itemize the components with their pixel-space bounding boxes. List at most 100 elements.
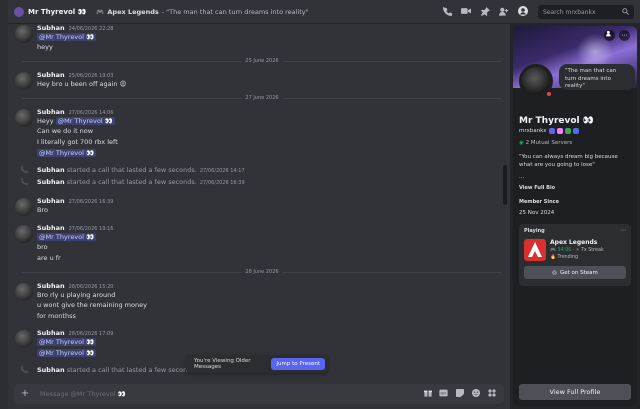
user-mention[interactable]: @Mr Thyrevol 👀 [37, 233, 97, 241]
steam-button-label: Get on Steam [559, 269, 598, 276]
dm-name[interactable]: Mr Thyrevol 👀 [28, 8, 86, 16]
avatar[interactable] [15, 330, 33, 348]
message-line: @Mr Thyrevol 👀 [37, 338, 97, 346]
user-mention[interactable]: @Mr Thyrevol 👀 [37, 33, 97, 41]
dm-status-game: Apex Legends [107, 7, 159, 16]
discord-window: Mr Thyrevol 👀 🎮 Apex Legends - "The man … [0, 0, 640, 409]
apex-legends-game-icon [524, 239, 546, 261]
message-line: Can we do it now [37, 127, 94, 135]
author-name[interactable]: Subhan [37, 329, 65, 337]
add-friend-icon[interactable] [499, 6, 509, 16]
game-title[interactable]: Apex Legends [550, 239, 597, 246]
avatar[interactable] [15, 72, 33, 90]
user-mention[interactable]: @Mr Thyrevol 👀 [37, 349, 97, 357]
message-line: @Mr Thyrevol 👀 [37, 349, 97, 357]
author-name[interactable]: Subhan [37, 366, 65, 374]
call-log-text: Subhan started a call that lasted a few … [37, 166, 245, 174]
message-author[interactable]: Subhan 27/06/2026 16:39 [37, 197, 113, 205]
message-author[interactable]: Subhan 28/06/2026 17:09 [37, 329, 113, 337]
phone-icon[interactable] [442, 6, 452, 16]
avatar[interactable] [15, 109, 33, 127]
call-description: started a call that lasted a few seconds… [66, 366, 197, 374]
avatar[interactable] [15, 283, 33, 301]
view-full-profile-button[interactable]: View Full Profile [519, 384, 631, 400]
message-author[interactable]: Subhan 27/06/2026 19:16 [37, 224, 113, 232]
author-name[interactable]: Subhan [37, 178, 65, 186]
video-icon[interactable] [461, 6, 471, 16]
message-author[interactable]: Subhan 24/06/2026 22:28 [37, 24, 113, 32]
more-options-icon[interactable]: ⋯ [620, 227, 626, 234]
message-author[interactable]: Subhan 27/06/2026 14:06 [37, 108, 113, 116]
apps-icon[interactable] [487, 389, 496, 398]
message-line: Bro rly u playing around [37, 291, 116, 299]
message-line: I literally got 700 rbx left [37, 138, 118, 146]
game-controller-icon: 🎮 [96, 7, 105, 16]
message-list[interactable]: Subhan 24/06/2026 22:28 @Mr Thyrevol 👀 he… [8, 24, 510, 378]
author-name[interactable]: Subhan [37, 197, 65, 205]
user-profile-icon[interactable] [518, 6, 528, 16]
message-line: for monthss [37, 312, 76, 320]
message-author[interactable]: Subhan 28/06/2026 15:20 [37, 282, 113, 290]
view-full-bio-link[interactable]: View Full Bio [519, 185, 555, 191]
author-name[interactable]: Subhan [37, 282, 65, 290]
older-messages-text: You're Viewing Older Messages [194, 358, 251, 370]
message-scrollbar[interactable] [503, 165, 507, 205]
pin-icon[interactable] [480, 6, 490, 16]
author-name[interactable]: Subhan [37, 108, 65, 116]
call-description: started a call that lasted a few seconds… [66, 166, 197, 174]
search-icon [622, 7, 629, 17]
message-author[interactable]: Subhan 25/06/2026 19:03 [37, 71, 113, 79]
dm-status: 🎮 Apex Legends - "The man that can turn … [96, 8, 308, 16]
user-mention[interactable]: @Mr Thyrevol 👀 [37, 338, 97, 346]
message-timestamp: 27/06/2026 16:39 [68, 199, 114, 205]
trending-icon: 🔥 [550, 255, 556, 260]
author-name[interactable]: Subhan [37, 166, 65, 174]
nitro-badge-icon[interactable] [548, 128, 555, 134]
gif-icon[interactable]: GIF [439, 389, 448, 398]
phone-icon: 📞 [20, 366, 29, 374]
sticker-icon[interactable] [455, 389, 464, 398]
discord-badge-icon[interactable] [572, 128, 579, 134]
avatar[interactable] [15, 225, 33, 243]
author-name[interactable]: Subhan [37, 224, 65, 232]
svg-text:GIF: GIF [440, 392, 446, 396]
dm-avatar[interactable] [14, 6, 24, 17]
boost-badge-icon[interactable] [556, 128, 563, 134]
emoji-icon[interactable] [471, 389, 480, 398]
game-controller-icon: 🎮 [550, 248, 556, 253]
streak-icon: ⚡ [575, 248, 580, 253]
dnd-status-icon [545, 90, 553, 98]
author-name[interactable]: Subhan [37, 24, 65, 32]
get-on-steam-button[interactable]: ◎ Get on Steam [524, 266, 626, 279]
date-divider: 28 June 2026 [22, 269, 502, 275]
message-line: Heyy @Mr Thyrevol 👀 [37, 117, 115, 125]
header-toolbar [442, 6, 528, 16]
user-mention[interactable]: @Mr Thyrevol 👀 [55, 117, 115, 125]
activity-card: Playing ⋯ Apex Legends 🎮 34:06 · ⚡ 7x St… [519, 224, 631, 286]
profile-username-row: mrxbankx [519, 128, 579, 134]
user-profile-panel: ⋯ "The man that can turn dreams into rea… [510, 24, 640, 409]
mutual-servers[interactable]: ◉ 2 Mutual Servers [519, 140, 572, 146]
search-input[interactable]: Search mrxbankx [538, 5, 634, 19]
avatar[interactable] [15, 198, 33, 216]
gift-icon[interactable] [423, 389, 432, 398]
message-line: @Mr Thyrevol 👀 [37, 149, 97, 157]
author-name[interactable]: Subhan [37, 71, 65, 79]
quest-badge-icon[interactable] [564, 128, 571, 134]
game-streak: 7x Streak [580, 248, 604, 253]
mutual-servers-label[interactable]: 2 Mutual Servers [526, 140, 573, 146]
jump-to-present-button[interactable]: Jump to Present [271, 358, 325, 370]
date-divider: 25 June 2026 [22, 58, 502, 64]
more-options-icon[interactable]: ⋯ [619, 30, 630, 41]
message-timestamp: 28/06/2026 15:20 [68, 284, 114, 290]
message-input[interactable]: + Message @Mr Thyrevol 👀 GIF [14, 384, 504, 404]
add-friend-icon[interactable] [604, 30, 615, 41]
older-messages-bar: You're Viewing Older Messages Jump to Pr… [186, 355, 328, 373]
avatar[interactable] [15, 25, 33, 43]
user-mention[interactable]: @Mr Thyrevol 👀 [37, 149, 97, 157]
server-sidebar-edge [0, 0, 8, 409]
search-placeholder: Search mrxbankx [543, 8, 596, 16]
message-line: Hey bro u been off again 😩 [37, 80, 127, 88]
plus-icon[interactable]: + [20, 389, 30, 399]
message-timestamp: 25/06/2026 19:03 [68, 73, 114, 79]
